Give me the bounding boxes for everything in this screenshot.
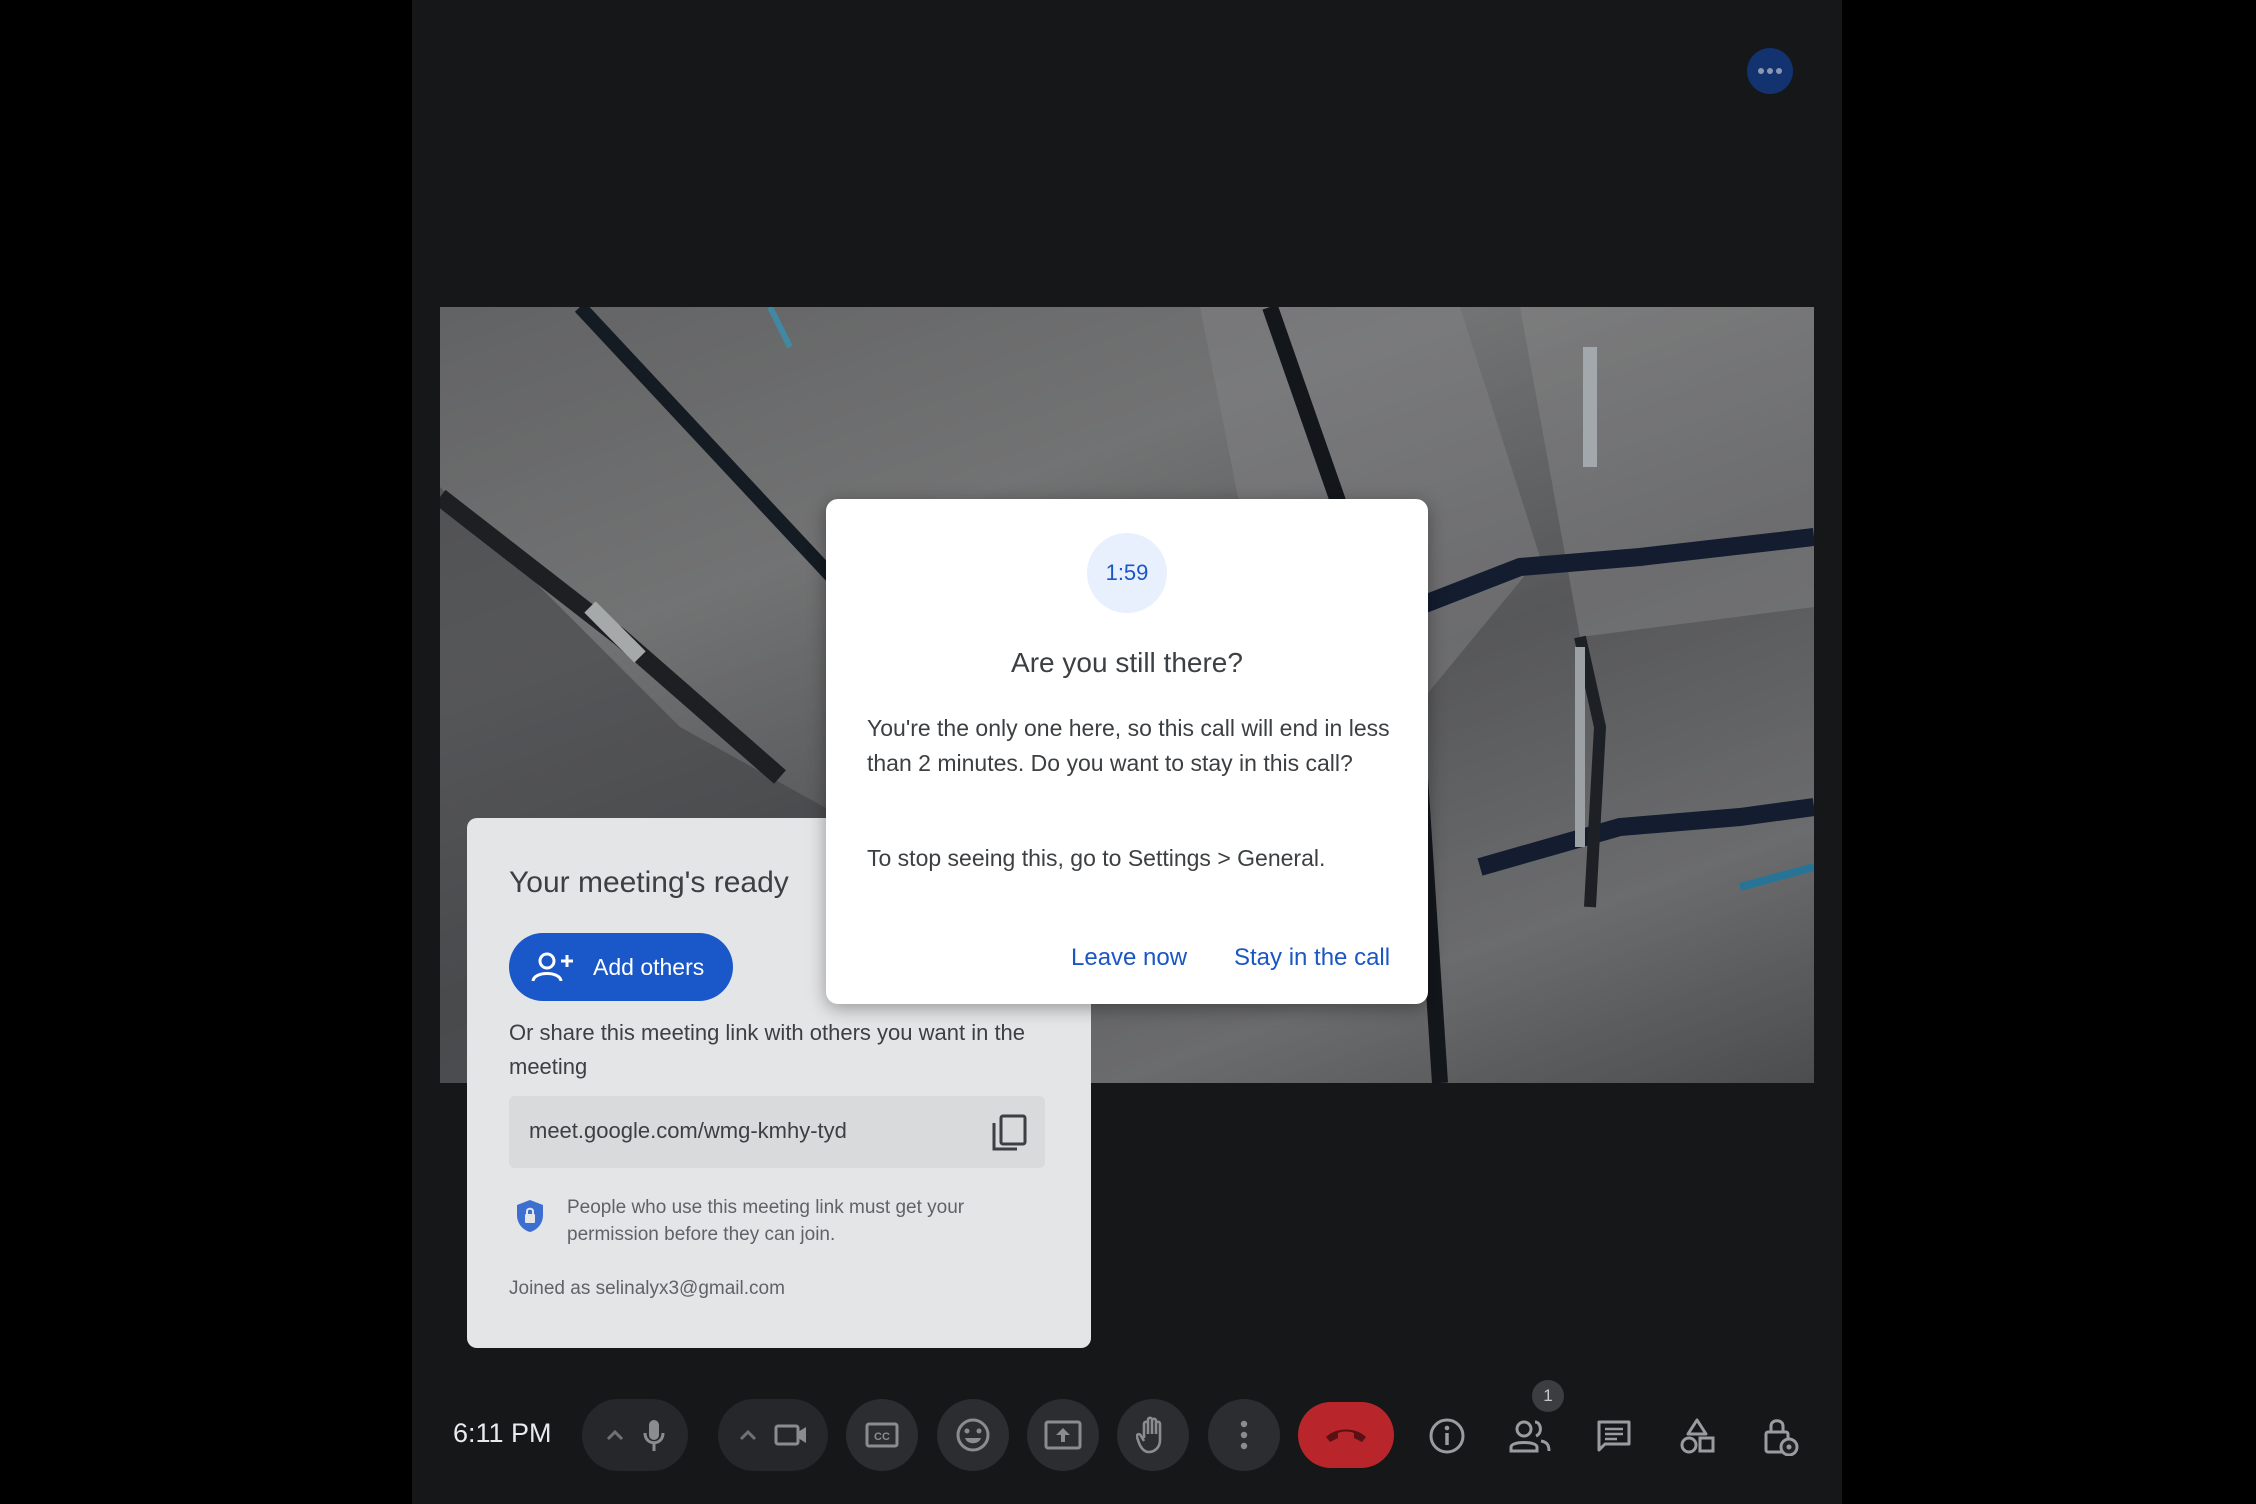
chevron-up-icon[interactable] (605, 1429, 625, 1441)
dialog-body: You're the only one here, so this call w… (867, 715, 1390, 776)
shield-lock-icon (517, 1200, 543, 1232)
video-camera-icon[interactable] (774, 1423, 808, 1447)
participant-count-badge: 1 (1532, 1380, 1564, 1412)
emoji-reaction-button[interactable] (937, 1399, 1009, 1471)
host-controls-button[interactable] (1751, 1406, 1811, 1466)
copy-icon[interactable] (991, 1114, 1027, 1152)
activities-icon (1680, 1418, 1715, 1454)
chat-button[interactable] (1584, 1406, 1644, 1466)
info-icon (1429, 1418, 1465, 1454)
joined-as-text: Joined as selinalyx3@gmail.com (509, 1278, 785, 1299)
add-others-button[interactable]: Add others (509, 933, 733, 1001)
host-controls-lock-icon (1764, 1419, 1799, 1456)
more-options-button[interactable] (1208, 1399, 1280, 1471)
current-time: 6:11 PM (453, 1418, 552, 1448)
microphone-icon[interactable] (643, 1418, 665, 1452)
present-screen-icon (1044, 1420, 1082, 1450)
raise-hand-button[interactable] (1117, 1399, 1189, 1471)
meeting-link-box: meet.google.com/wmg-kmhy-tyd (509, 1096, 1045, 1168)
share-instructions: Or share this meeting link with others y… (509, 1020, 1026, 1079)
chat-icon (1597, 1420, 1631, 1452)
more-vert-icon (1240, 1420, 1248, 1450)
still-there-dialog: 1:59 Are you still there? You're the onl… (826, 499, 1428, 1004)
dialog-settings-hint: To stop seeing this, go to Settings > Ge… (867, 845, 1326, 871)
raise-hand-icon (1136, 1416, 1162, 1454)
countdown-timer: 1:59 (1087, 533, 1167, 613)
stay-in-call-button[interactable]: Stay in the call (1234, 944, 1390, 972)
closed-captions-icon: CC (865, 1422, 899, 1448)
permission-notice: People who use this meeting link must ge… (567, 1197, 965, 1245)
leave-now-button[interactable]: Leave now (1071, 944, 1187, 972)
audio-controls-group (582, 1399, 688, 1471)
meeting-link-text: meet.google.com/wmg-kmhy-tyd (529, 1118, 847, 1143)
svg-text:CC: CC (874, 1431, 890, 1443)
meeting-ready-title: Your meeting's ready (509, 866, 789, 899)
people-button[interactable] (1500, 1406, 1560, 1466)
video-controls-group (718, 1399, 828, 1471)
end-call-icon (1326, 1429, 1366, 1442)
activities-button[interactable] (1667, 1406, 1727, 1466)
captions-button[interactable]: CC (846, 1399, 918, 1471)
dialog-title: Are you still there? (1011, 647, 1243, 678)
present-screen-button[interactable] (1027, 1399, 1099, 1471)
add-others-label: Add others (593, 953, 705, 980)
people-icon (1509, 1420, 1551, 1453)
emoji-reaction-icon (956, 1418, 990, 1452)
meeting-info-button[interactable] (1417, 1406, 1477, 1466)
chevron-up-icon[interactable] (738, 1429, 758, 1441)
leave-call-button[interactable] (1298, 1402, 1394, 1468)
add-person-icon (531, 952, 573, 982)
